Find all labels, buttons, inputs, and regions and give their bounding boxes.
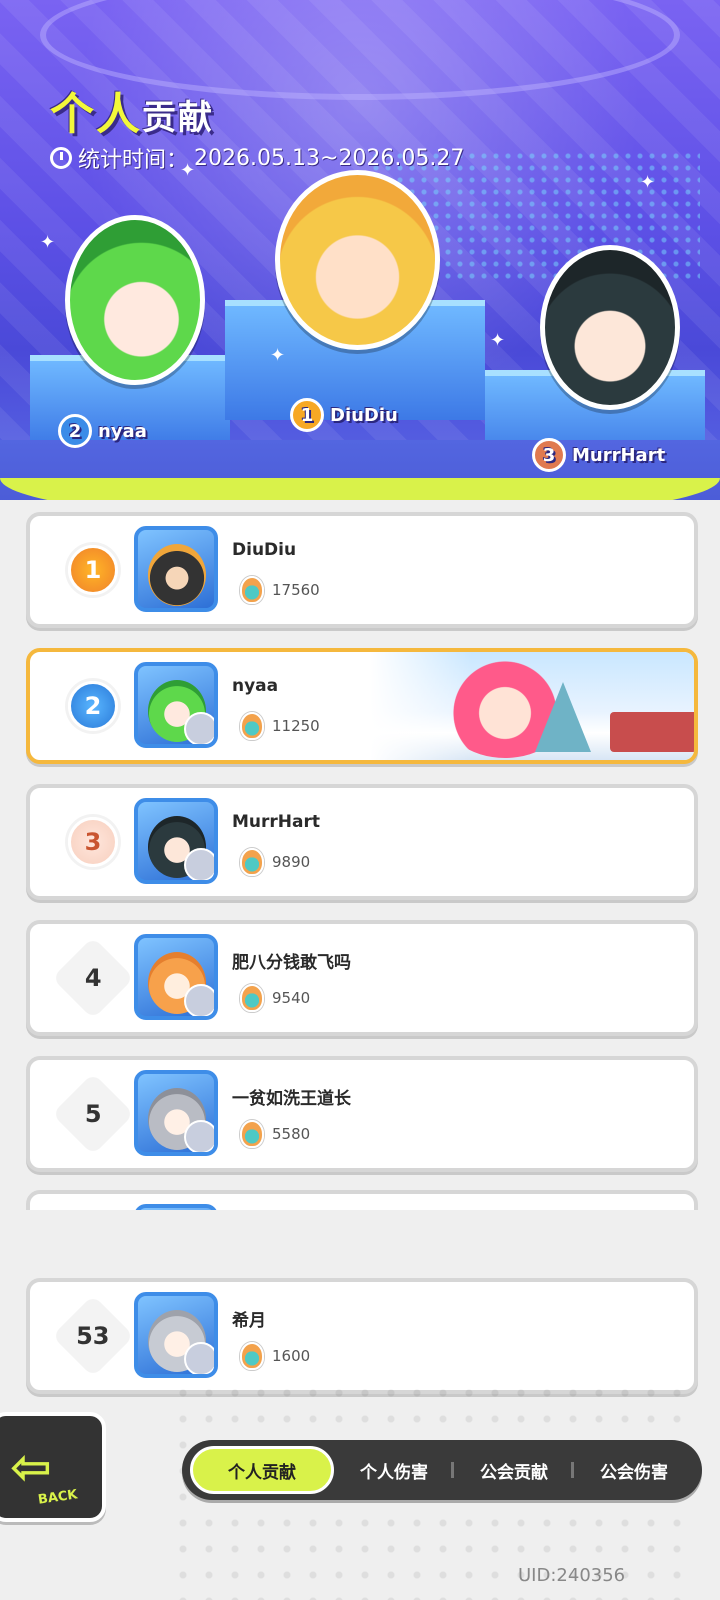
player-name: nyaa (232, 676, 279, 696)
tab-personal-contribution[interactable]: 个人贡献 (190, 1446, 334, 1494)
player-name: 一贫如洗王道长 (232, 1089, 351, 1109)
score: 1600 (240, 1342, 310, 1370)
rank-cell: 3 (58, 812, 128, 872)
silver-medal-icon: 2 (68, 681, 118, 731)
avatar-face (148, 544, 206, 606)
rank-number: 4 (84, 963, 102, 992)
pet-icon (184, 848, 214, 880)
rank-plate: 5 (51, 1072, 135, 1156)
contribution-icon (240, 984, 264, 1012)
score-value: 5580 (272, 1125, 311, 1143)
banner-house (610, 712, 694, 752)
contribution-icon (240, 1120, 264, 1148)
rank-number: 53 (76, 1322, 110, 1350)
ranking-row-3[interactable]: 3 MurrHart 9890 (26, 784, 698, 900)
avatar[interactable] (134, 526, 218, 612)
avatar[interactable] (134, 1070, 218, 1156)
rank-cell: 53 (51, 1294, 135, 1378)
ranking-row-2[interactable]: 2 nyaa 11250 (26, 648, 698, 764)
score-value: 9890 (272, 853, 311, 871)
rank-cell: 2 (58, 676, 128, 736)
rank-number: 5 (84, 1099, 102, 1128)
player-name: DiuDiu (232, 540, 297, 560)
category-tabs[interactable]: 个人贡献 个人伤害 公会贡献 公会伤害 (182, 1440, 702, 1500)
tab-guild-damage[interactable]: 公会伤害 (574, 1446, 694, 1494)
tab-personal-damage[interactable]: 个人伤害 (334, 1446, 454, 1494)
rank-cell: 1 (58, 540, 128, 600)
score-value: 9540 (272, 989, 311, 1007)
ranking-row-4[interactable]: 4 肥八分钱敢飞吗 9540 (26, 920, 698, 1036)
tab-guild-contribution[interactable]: 公会贡献 (454, 1446, 574, 1494)
back-button[interactable]: ⇦ BACK (0, 1412, 106, 1522)
score-value: 11250 (272, 717, 320, 735)
pet-icon (184, 712, 214, 744)
tab-label: 个人伤害 (360, 1462, 428, 1483)
player-banner (370, 652, 694, 760)
self-ranking-row[interactable]: 53 希月 1600 (26, 1278, 698, 1394)
contribution-icon (240, 848, 264, 876)
tab-label: 公会伤害 (600, 1462, 668, 1483)
ranking-row-5[interactable]: 5 一贫如洗王道长 5580 (26, 1056, 698, 1172)
contribution-icon (240, 712, 264, 740)
rank-cell: 4 (51, 936, 135, 1020)
user-id: UID:240356 (518, 1565, 626, 1586)
ranking-list[interactable]: 1 DiuDiu 17560 2 nyaa 11250 3 MurrHart 9… (0, 0, 720, 1210)
contribution-icon (240, 576, 264, 604)
tab-label: 公会贡献 (480, 1462, 548, 1483)
avatar[interactable] (134, 934, 218, 1020)
score: 9540 (240, 984, 310, 1012)
gold-medal-icon: 1 (68, 545, 118, 595)
score: 5580 (240, 1120, 310, 1148)
player-name: 肥八分钱敢飞吗 (232, 953, 351, 973)
rank-plate: 4 (51, 936, 135, 1020)
avatar[interactable] (134, 662, 218, 748)
rank-cell: 5 (51, 1072, 135, 1156)
score: 11250 (240, 712, 320, 740)
banner-tree (535, 682, 591, 752)
ranking-row-1[interactable]: 1 DiuDiu 17560 (26, 512, 698, 628)
pet-icon (184, 1342, 214, 1374)
bronze-medal-icon: 3 (68, 817, 118, 867)
ranking-row-6[interactable] (26, 1190, 698, 1210)
contribution-icon (240, 1342, 264, 1370)
rank-plate: 53 (51, 1294, 135, 1378)
score: 9890 (240, 848, 310, 876)
pet-icon (184, 1120, 214, 1152)
player-name: 希月 (232, 1311, 266, 1331)
avatar[interactable] (134, 1204, 218, 1210)
back-arrow-icon: ⇦ (10, 1438, 52, 1496)
score-value: 1600 (272, 1347, 311, 1365)
pet-icon (184, 984, 214, 1016)
score-value: 17560 (272, 581, 320, 599)
avatar[interactable] (134, 798, 218, 884)
tab-label: 个人贡献 (228, 1462, 296, 1483)
player-name: MurrHart (232, 812, 320, 832)
score: 17560 (240, 576, 320, 604)
avatar[interactable] (134, 1292, 218, 1378)
